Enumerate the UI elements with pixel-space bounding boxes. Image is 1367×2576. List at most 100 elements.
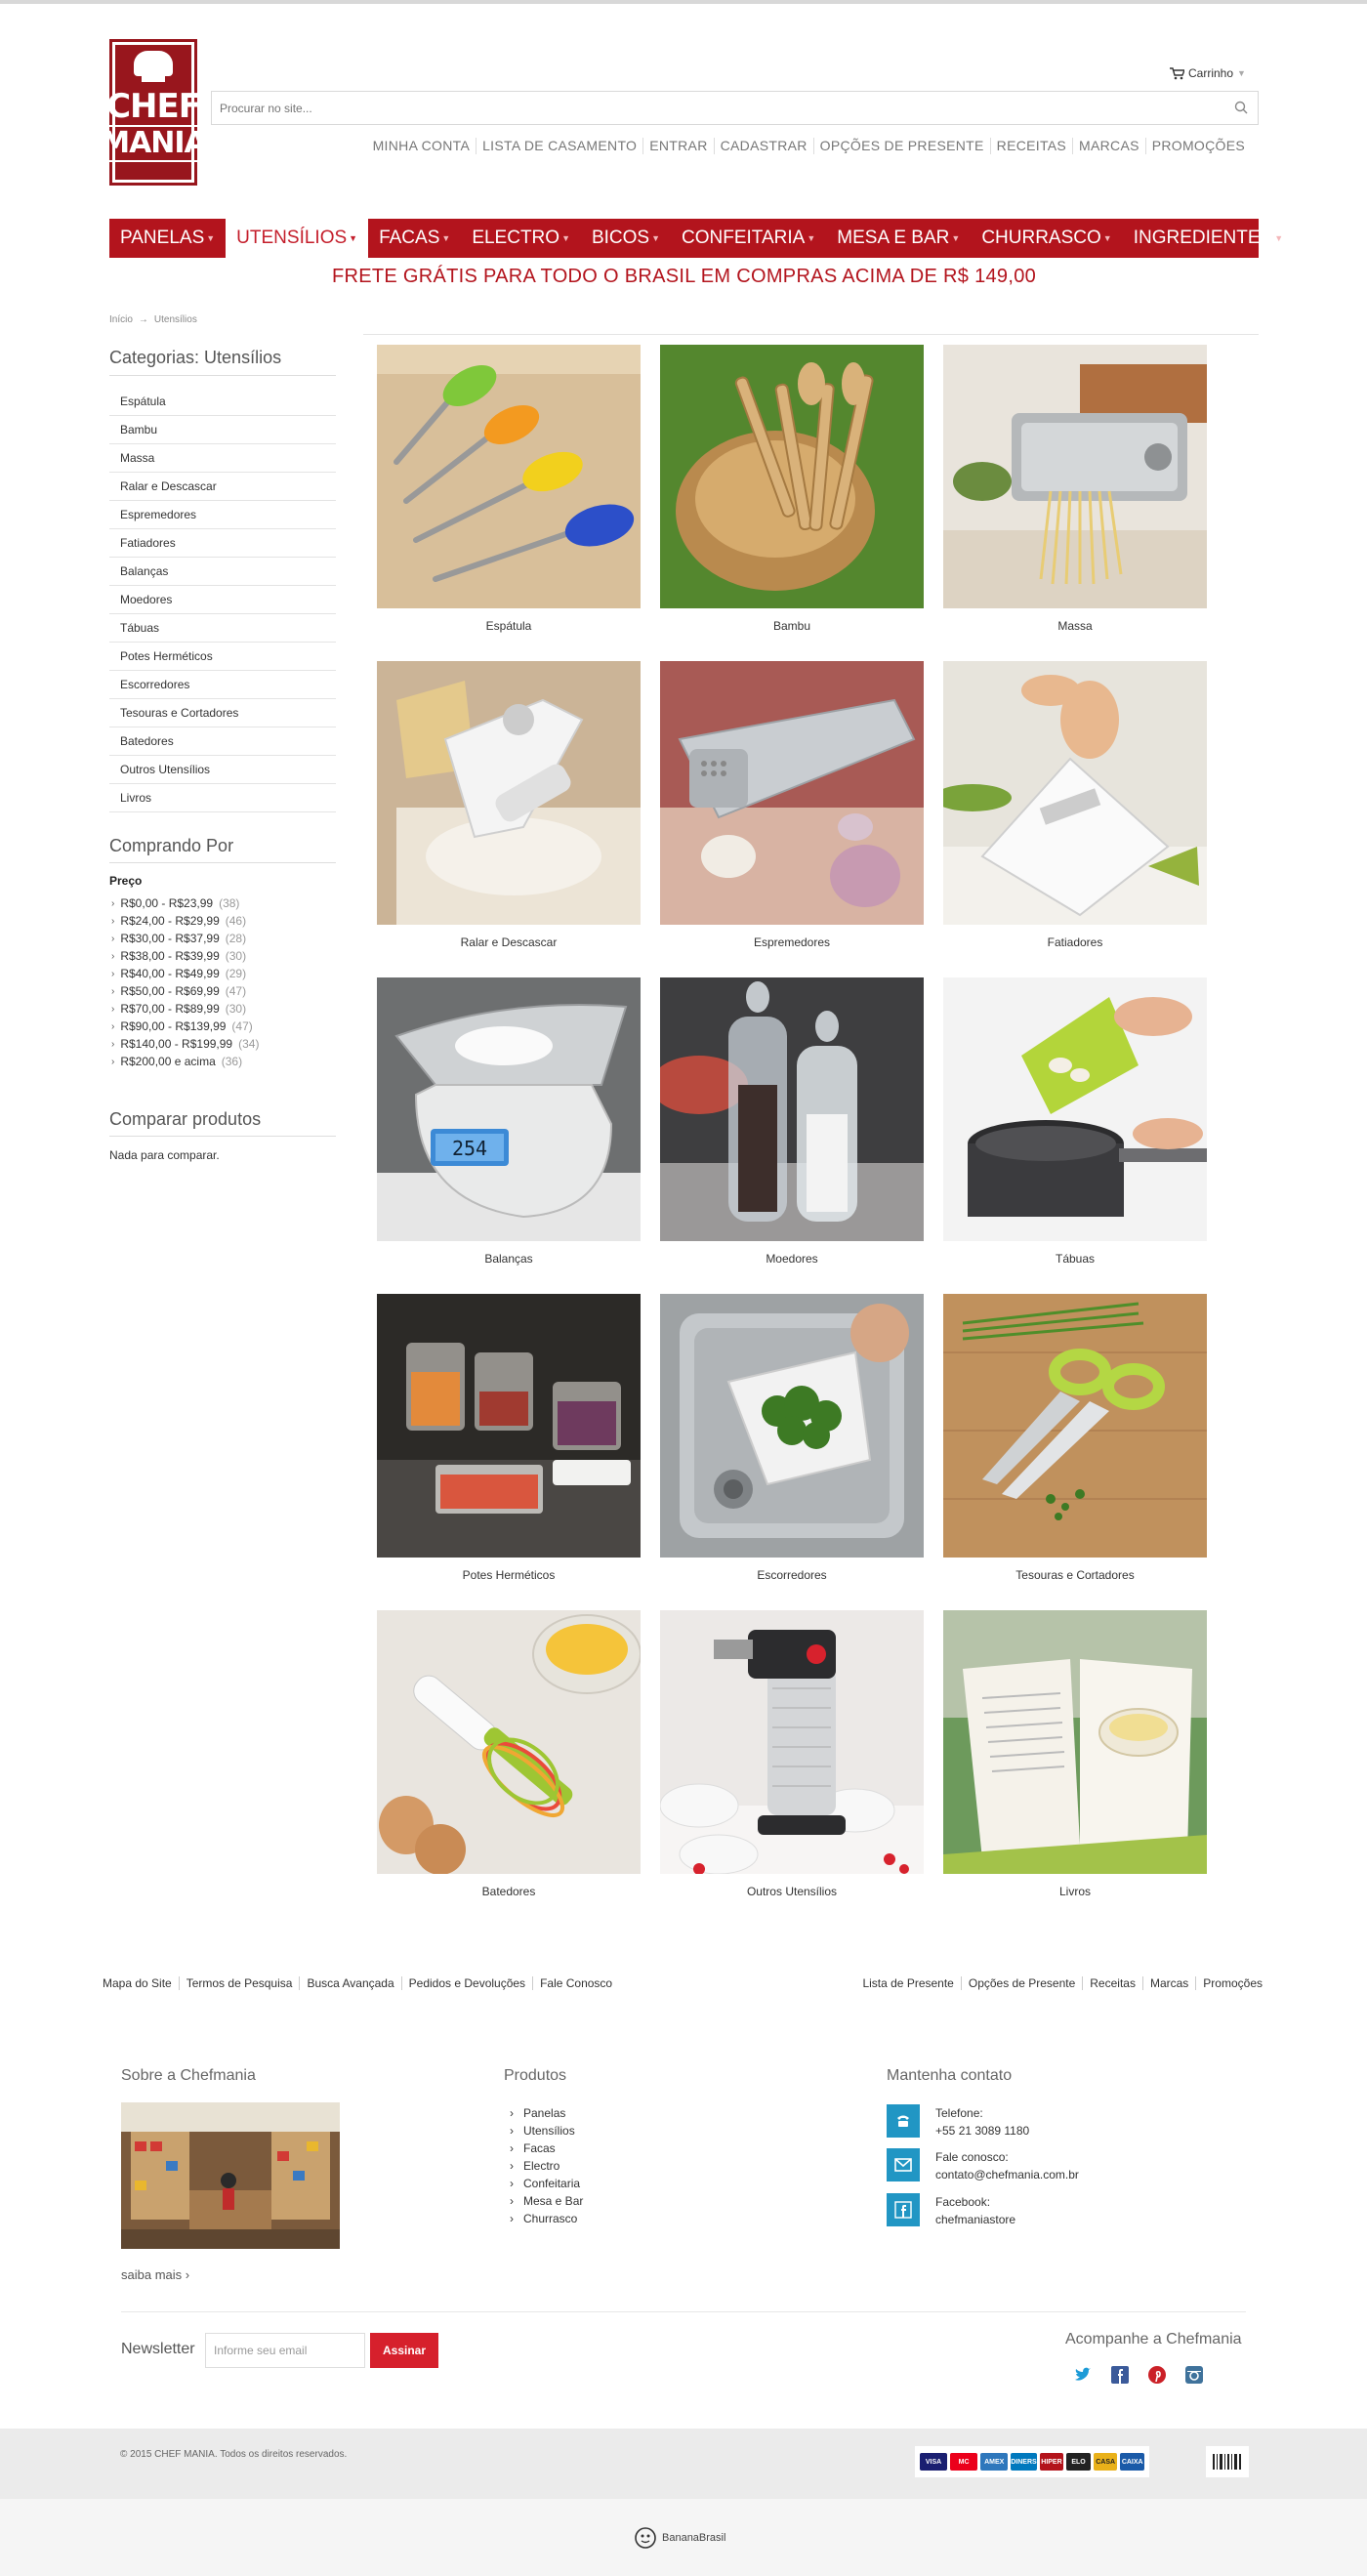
price-range-option[interactable]: › R$90,00 - R$139,99 (47) — [111, 1018, 259, 1035]
category-caption[interactable]: Moedores — [660, 1252, 924, 1266]
breadcrumb-home[interactable]: Início — [109, 314, 133, 325]
category-tile-ralar[interactable]: Ralar e Descascar — [377, 661, 641, 949]
category-caption[interactable]: Livros — [943, 1885, 1207, 1898]
footer-product-link[interactable]: › Confeitaria — [510, 2175, 583, 2192]
category-image[interactable] — [377, 345, 641, 608]
developer-credit[interactable]: BananaBrasil — [633, 2525, 725, 2551]
price-range-option[interactable]: › R$24,00 - R$29,99 (46) — [111, 912, 259, 930]
footer-product-link[interactable]: › Churrasco — [510, 2210, 583, 2227]
contact-value[interactable]: chefmaniastore — [935, 2211, 1015, 2228]
category-image[interactable] — [660, 345, 924, 608]
nav-item-facas[interactable]: FACAS ▼ — [368, 219, 461, 258]
category-image[interactable] — [660, 661, 924, 925]
category-caption[interactable]: Tábuas — [943, 1252, 1207, 1266]
category-image[interactable] — [943, 661, 1207, 925]
category-item[interactable]: Livros — [109, 784, 336, 812]
footer-product-link[interactable]: › Facas — [510, 2140, 583, 2157]
category-item[interactable]: Fatiadores — [109, 529, 336, 558]
category-caption[interactable]: Outros Utensílios — [660, 1885, 924, 1898]
category-item[interactable]: Espremedores — [109, 501, 336, 529]
category-caption[interactable]: Bambu — [660, 619, 924, 633]
footer-link[interactable]: Pedidos e Devoluções — [400, 1976, 532, 1990]
category-image[interactable] — [377, 1610, 641, 1874]
chefmania-logo[interactable]: CHEF MANIA — [101, 39, 207, 186]
price-range-option[interactable]: › R$38,00 - R$39,99 (30) — [111, 947, 259, 965]
footer-link[interactable]: Busca Avançada — [299, 1976, 400, 1990]
category-image[interactable] — [943, 977, 1207, 1241]
instagram-icon[interactable] — [1185, 2366, 1203, 2384]
category-tile-batedores[interactable]: Batedores — [377, 1610, 641, 1898]
category-tile-balancas[interactable]: 254 Balanças — [377, 977, 641, 1266]
category-tile-moedores[interactable]: Moedores — [660, 977, 924, 1266]
price-range-option[interactable]: › R$200,00 e acima (36) — [111, 1053, 259, 1070]
category-caption[interactable]: Tesouras e Cortadores — [943, 1568, 1207, 1582]
category-image[interactable] — [943, 345, 1207, 608]
nav-item-mesa-e-bar[interactable]: MESA E BAR ▼ — [826, 219, 971, 258]
category-tile-potes[interactable]: Potes Herméticos — [377, 1294, 641, 1582]
about-more-link[interactable]: saiba mais › — [121, 2267, 189, 2282]
category-tile-tesouras[interactable]: Tesouras e Cortadores — [943, 1294, 1207, 1582]
price-range-option[interactable]: › R$30,00 - R$37,99 (28) — [111, 930, 259, 947]
link-entrar[interactable]: ENTRAR — [642, 138, 713, 154]
category-item[interactable]: Outros Utensílios — [109, 756, 336, 784]
footer-link[interactable]: Fale Conosco — [532, 1976, 619, 1990]
category-item[interactable]: Batedores — [109, 727, 336, 756]
category-item[interactable]: Espátula — [109, 388, 336, 416]
nav-item-confeitaria[interactable]: CONFEITARIA ▼ — [671, 219, 826, 258]
facebook-icon[interactable] — [1111, 2366, 1129, 2384]
category-image[interactable] — [660, 1610, 924, 1874]
price-range-option[interactable]: › R$140,00 - R$199,99 (34) — [111, 1035, 259, 1053]
nav-item-panelas[interactable]: PANELAS ▼ — [109, 219, 226, 258]
category-image[interactable]: 254 — [377, 977, 641, 1241]
nav-item-electro[interactable]: ELECTRO ▼ — [461, 219, 581, 258]
category-item[interactable]: Tábuas — [109, 614, 336, 643]
link-lista-casamento[interactable]: LISTA DE CASAMENTO — [476, 138, 642, 154]
footer-link[interactable]: Termos de Pesquisa — [178, 1976, 300, 1990]
category-image[interactable] — [660, 977, 924, 1241]
category-caption[interactable]: Ralar e Descascar — [377, 935, 641, 949]
footer-product-link[interactable]: › Electro — [510, 2157, 583, 2175]
category-item[interactable]: Ralar e Descascar — [109, 473, 336, 501]
twitter-icon[interactable] — [1074, 2366, 1092, 2384]
category-item[interactable]: Bambu — [109, 416, 336, 444]
link-promocoes[interactable]: PROMOÇÕES — [1144, 138, 1251, 154]
link-receitas[interactable]: RECEITAS — [989, 138, 1072, 154]
category-image[interactable] — [377, 661, 641, 925]
footer-product-link[interactable]: › Mesa e Bar — [510, 2192, 583, 2210]
category-item[interactable]: Massa — [109, 444, 336, 473]
category-tile-bambu[interactable]: Bambu — [660, 345, 924, 633]
link-opcoes-presente[interactable]: OPÇÕES DE PRESENTE — [812, 138, 990, 154]
link-minha-conta[interactable]: MINHA CONTA — [367, 138, 476, 154]
category-item[interactable]: Escorredores — [109, 671, 336, 699]
search-input[interactable] — [212, 92, 1258, 124]
category-caption[interactable]: Balanças — [377, 1252, 641, 1266]
category-caption[interactable]: Escorredores — [660, 1568, 924, 1582]
category-tile-tabuas[interactable]: Tábuas — [943, 977, 1207, 1266]
category-item[interactable]: Tesouras e Cortadores — [109, 699, 336, 727]
category-tile-escorredores[interactable]: Escorredores — [660, 1294, 924, 1582]
link-marcas[interactable]: MARCAS — [1072, 138, 1145, 154]
category-image[interactable] — [943, 1294, 1207, 1558]
category-tile-fatiadores[interactable]: Fatiadores — [943, 661, 1207, 949]
category-item[interactable]: Moedores — [109, 586, 336, 614]
nav-item-churrasco[interactable]: CHURRASCO ▼ — [971, 219, 1122, 258]
newsletter-email-field[interactable]: Informe seu email — [205, 2333, 365, 2368]
price-range-option[interactable]: › R$40,00 - R$49,99 (29) — [111, 965, 259, 982]
footer-link[interactable]: Receitas — [1082, 1976, 1142, 1990]
category-image[interactable] — [660, 1294, 924, 1558]
search-icon[interactable] — [1233, 100, 1249, 115]
footer-product-link[interactable]: › Utensílios — [510, 2122, 583, 2140]
contact-value[interactable]: contato@chefmania.com.br — [935, 2166, 1079, 2183]
footer-product-link[interactable]: › Panelas — [510, 2104, 583, 2122]
footer-link[interactable]: Marcas — [1141, 1976, 1195, 1990]
category-caption[interactable]: Potes Herméticos — [377, 1568, 641, 1582]
price-range-option[interactable]: › R$50,00 - R$69,99 (47) — [111, 982, 259, 1000]
newsletter-subscribe-button[interactable]: Assinar — [370, 2333, 438, 2368]
footer-link[interactable]: Opções de Presente — [960, 1976, 1082, 1990]
nav-item-bicos[interactable]: BICOS ▼ — [581, 219, 671, 258]
nav-item-ingredientes[interactable]: INGREDIENTES ▼ — [1123, 219, 1294, 258]
contact-value[interactable]: +55 21 3089 1180 — [935, 2122, 1029, 2140]
category-tile-espatula[interactable]: Espátula — [377, 345, 641, 633]
category-image[interactable] — [943, 1610, 1207, 1874]
category-item[interactable]: Balanças — [109, 558, 336, 586]
